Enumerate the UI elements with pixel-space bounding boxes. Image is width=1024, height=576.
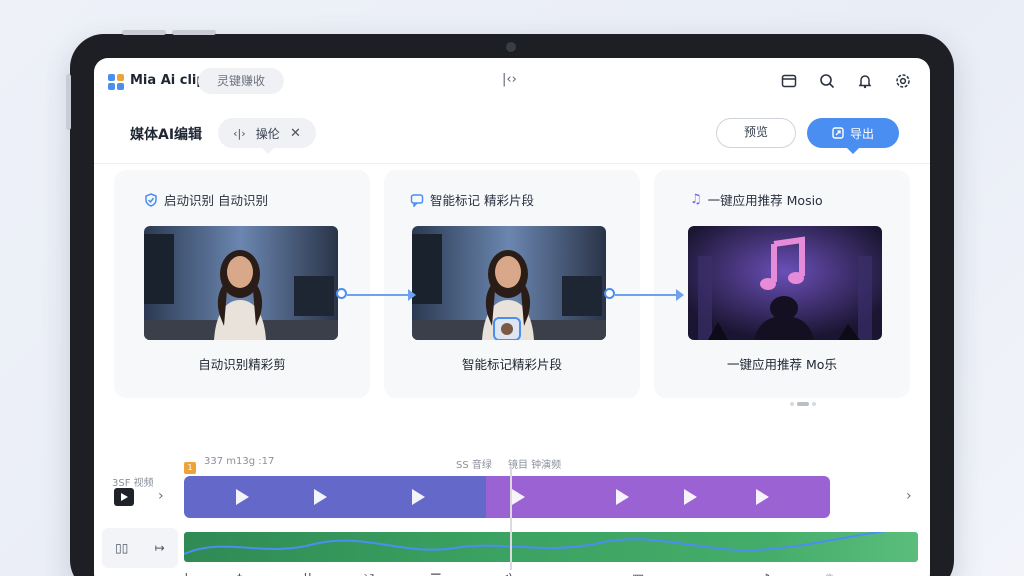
shield-check-icon	[145, 192, 157, 207]
card-heading: ♫ 一键应用推荐 Mosio	[690, 190, 823, 209]
export-icon	[832, 127, 844, 139]
play-icon[interactable]	[412, 489, 425, 505]
page-title: 媒体AI编辑	[130, 127, 203, 143]
feature-card-smart-mark[interactable]: 智能标记 精彩片段 智能标记精彩片段	[384, 170, 640, 398]
audio-waveform-track[interactable]	[184, 532, 918, 562]
toolbar-icons	[778, 70, 914, 92]
play-icon[interactable]	[616, 489, 629, 505]
effects-icon[interactable]: ✺	[824, 572, 835, 576]
app-logo-icon	[108, 74, 124, 90]
card-heading-text: 启动识别 自动识别	[164, 193, 268, 208]
play-icon[interactable]	[314, 489, 327, 505]
video-thumbnail[interactable]	[412, 226, 606, 340]
card-caption: 一键应用推荐 Mo乐	[727, 357, 837, 372]
music-note-icon: ♫	[690, 192, 702, 207]
card-heading: 启动识别 自动识别	[144, 190, 268, 209]
close-icon[interactable]: ✕	[290, 126, 301, 141]
search-icon[interactable]	[816, 70, 838, 92]
more-icon[interactable]: ···	[878, 572, 890, 576]
play-icon[interactable]	[236, 489, 249, 505]
app-screen: Mia Ai clip 灵键赚收 |‹› 媒体AI编辑 ‹|› 操伦 ✕ 预览 …	[94, 58, 930, 576]
camera	[506, 42, 516, 52]
trim-icon[interactable]: ⇟	[234, 572, 245, 576]
track-label: 3SF 视频	[112, 478, 154, 489]
start-marker[interactable]: 1	[184, 462, 196, 474]
hardware-button	[122, 30, 166, 35]
grid-icon[interactable]: ▦	[632, 572, 644, 576]
flow-dot	[604, 288, 615, 299]
book-icon[interactable]: ▭	[564, 572, 576, 576]
more-icon[interactable]: ···	[696, 572, 708, 576]
divider	[94, 163, 930, 164]
app-title: Mia Ai clip	[130, 73, 206, 88]
play-icon[interactable]	[684, 489, 697, 505]
page-header: 媒体AI编辑 ‹|› 操伦 ✕ 预览 导出	[94, 110, 930, 158]
chip-label: 操伦	[255, 126, 280, 141]
video-clip[interactable]	[184, 476, 486, 518]
track-label: 镜目 钟演频	[508, 460, 562, 471]
time-label: 337 m13g :17	[204, 456, 275, 467]
play-icon[interactable]	[756, 489, 769, 505]
chevron-right-icon[interactable]: ›	[158, 488, 164, 504]
carousel-pager[interactable]	[790, 402, 816, 406]
chevron-right-icon[interactable]: ›	[906, 488, 912, 504]
card-caption: 自动识别精彩剪	[198, 357, 286, 372]
video-thumbnail[interactable]	[144, 226, 338, 340]
split-icon: ‹|›	[233, 126, 246, 140]
split-icon[interactable]: ↦	[155, 541, 165, 555]
video-track-control[interactable]	[114, 488, 134, 506]
flow-arrow	[615, 289, 684, 301]
hardware-button	[66, 74, 71, 130]
export-label: 导出	[849, 126, 874, 141]
play-icon[interactable]	[114, 488, 134, 506]
split-view-icon[interactable]: |‹›	[502, 72, 517, 87]
video-clip[interactable]	[486, 476, 830, 518]
hardware-button	[172, 30, 216, 35]
search-input[interactable]: 灵键赚收	[198, 68, 284, 94]
card-caption: 智能标记精彩片段	[461, 357, 562, 372]
card-heading-text: 智能标记 精彩片段	[430, 193, 534, 208]
shuffle-icon[interactable]: ⤨	[364, 572, 374, 576]
flow-arrow	[347, 289, 416, 301]
export-button[interactable]: 导出	[807, 118, 899, 154]
music-note-icon[interactable]: ♪	[762, 572, 770, 576]
card-heading-text: 一键应用推荐 Mosio	[707, 193, 823, 208]
card-heading: 智能标记 精彩片段	[410, 190, 534, 209]
bottom-toolbar: ·| ⇟ ›|| ⤨ ☰ ◁) ▭ ▦ ··· ♪ ✺ ···	[94, 572, 930, 576]
feature-card-auto-detect[interactable]: 启动识别 自动识别 自动识别精彩剪	[114, 170, 370, 398]
window-icon[interactable]	[778, 70, 800, 92]
feature-card-music[interactable]: ♫ 一键应用推荐 Mosio 一键应用推荐 Mo乐	[654, 170, 910, 398]
align-icon[interactable]: ☰	[430, 572, 442, 576]
flow-dot	[336, 288, 347, 299]
volume-icon[interactable]: ◁)	[498, 572, 513, 576]
preview-button[interactable]: 预览	[716, 118, 796, 148]
reverse-icon[interactable]: ›||	[298, 572, 312, 576]
playhead[interactable]	[510, 466, 512, 570]
split-cursor-icon[interactable]: ·|	[180, 572, 189, 576]
book-icon[interactable]: ▯▯	[115, 541, 128, 555]
chat-icon	[410, 193, 424, 207]
play-icon[interactable]	[512, 489, 525, 505]
tablet-frame: Mia Ai clip 灵键赚收 |‹› 媒体AI编辑 ‹|› 操伦 ✕ 预览 …	[66, 30, 954, 576]
gear-icon[interactable]	[892, 70, 914, 92]
music-thumbnail[interactable]	[688, 226, 882, 340]
top-bar: Mia Ai clip 灵键赚收 |‹›	[94, 58, 930, 106]
filter-chip[interactable]: ‹|› 操伦 ✕	[218, 118, 316, 154]
track-label: SS 音绿	[456, 460, 492, 471]
audio-track-control[interactable]: ▯▯ ↦	[102, 528, 178, 568]
bell-icon[interactable]	[854, 70, 876, 92]
